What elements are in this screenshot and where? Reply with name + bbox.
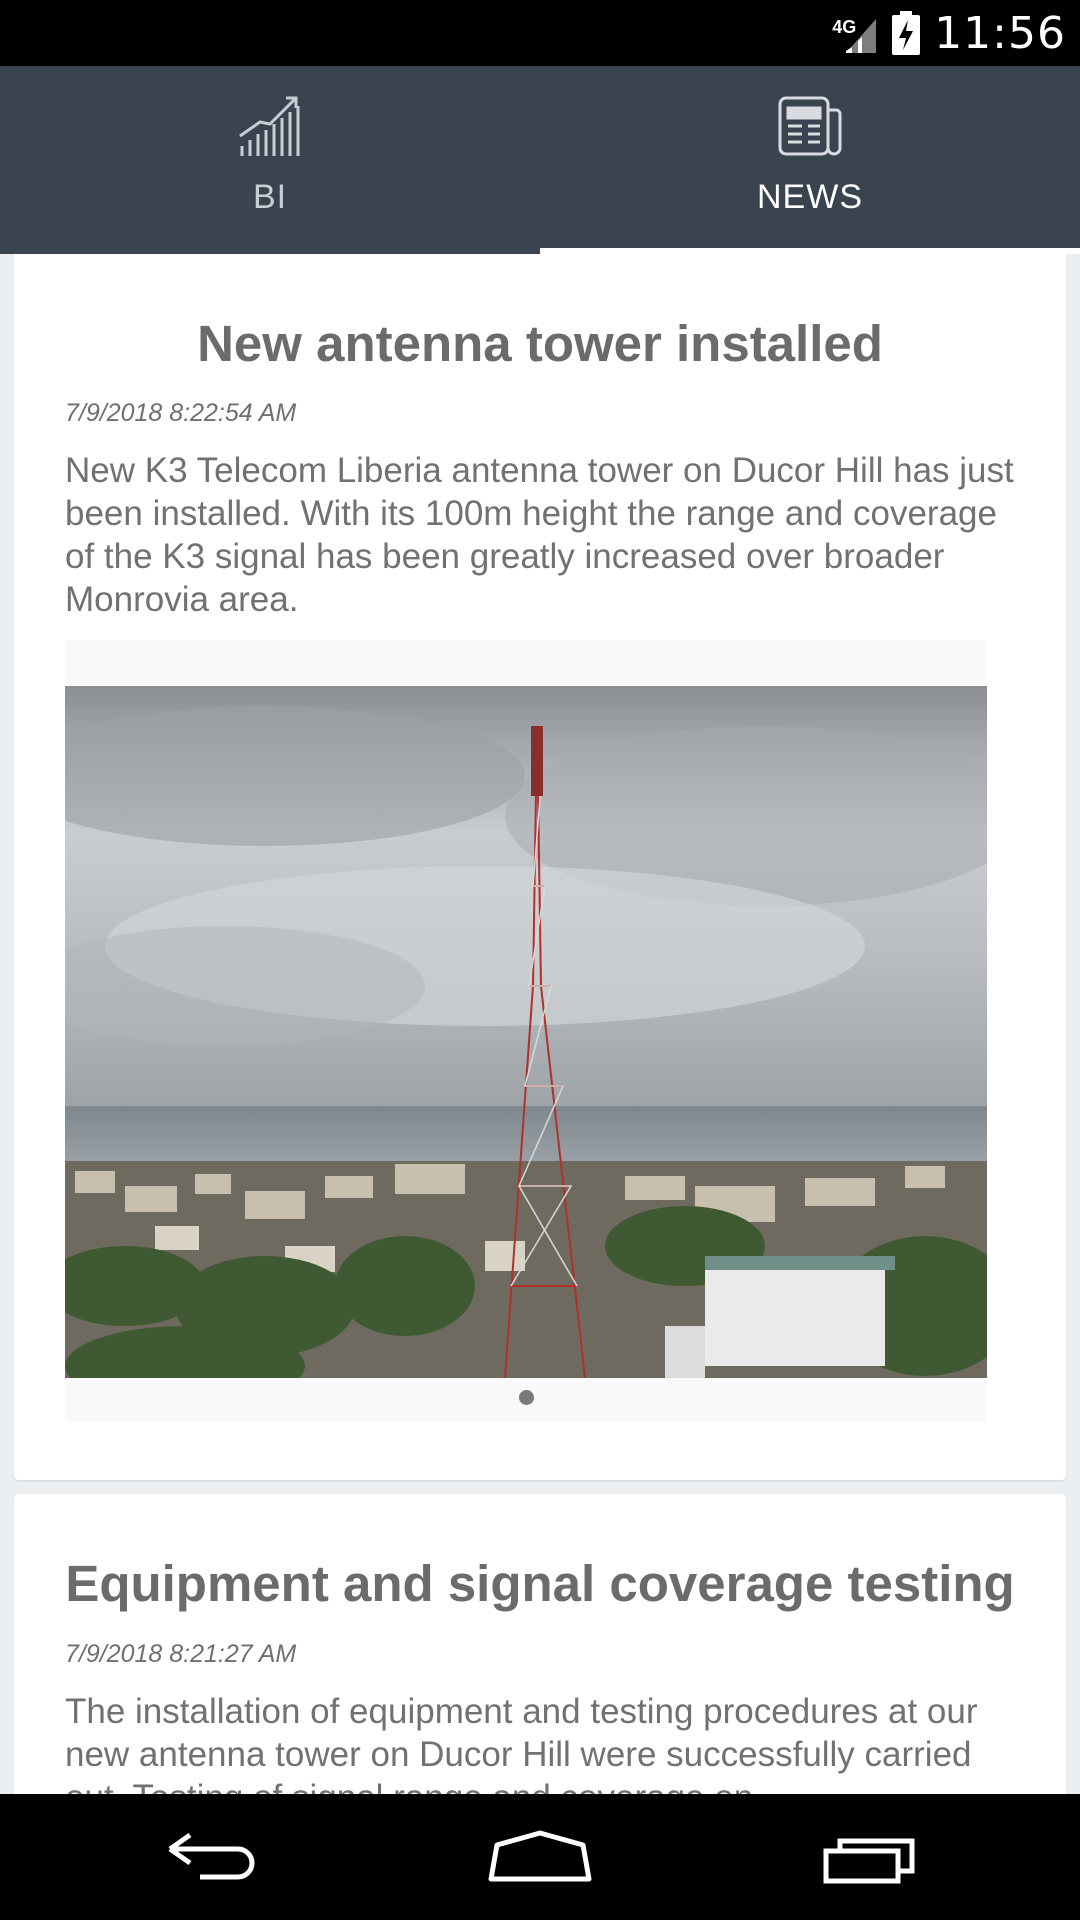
news-title: Equipment and signal coverage testing xyxy=(65,1555,1015,1612)
news-date: 7/9/2018 8:22:54 AM xyxy=(65,399,297,427)
navigation-bar xyxy=(0,1794,1080,1920)
news-body: New K3 Telecom Liberia antenna tower on … xyxy=(65,451,1014,619)
tab-bi[interactable]: BI xyxy=(0,66,540,254)
news-card[interactable]: New antenna tower installed 7/9/2018 8:2… xyxy=(14,254,1066,1480)
home-button[interactable] xyxy=(470,1814,610,1900)
carousel-dot-active[interactable] xyxy=(519,1390,534,1405)
tab-bi-label: BI xyxy=(252,178,288,216)
recents-button[interactable] xyxy=(800,1814,940,1900)
image-carousel[interactable] xyxy=(65,640,987,1422)
tab-news-label: NEWS xyxy=(757,178,863,216)
tab-bar: BI NEWS xyxy=(0,66,1080,254)
back-button[interactable] xyxy=(140,1814,280,1900)
status-bar: 4G 11:56 xyxy=(0,0,1080,66)
news-date: 7/9/2018 8:21:27 AM xyxy=(65,1640,297,1668)
news-feed[interactable]: New antenna tower installed 7/9/2018 8:2… xyxy=(0,254,1080,1794)
back-arrow-icon xyxy=(168,1832,255,1880)
tab-news[interactable]: NEWS xyxy=(540,66,1080,254)
news-title: New antenna tower installed xyxy=(197,315,883,372)
battery-charging-icon xyxy=(892,11,921,55)
news-photo xyxy=(65,686,987,1378)
news-body: The installation of equipment and testin… xyxy=(65,1692,978,1794)
news-card[interactable]: Equipment and signal coverage testing 7/… xyxy=(14,1494,1066,1794)
home-icon xyxy=(488,1830,592,1882)
recent-apps-icon xyxy=(823,1838,915,1884)
clock: 11:56 xyxy=(934,7,1066,59)
status-icons: 4G 11:56 xyxy=(832,0,1066,66)
bar-chart-icon xyxy=(239,96,300,156)
signal-icon: 4G xyxy=(832,13,878,53)
newspaper-icon xyxy=(778,96,842,156)
